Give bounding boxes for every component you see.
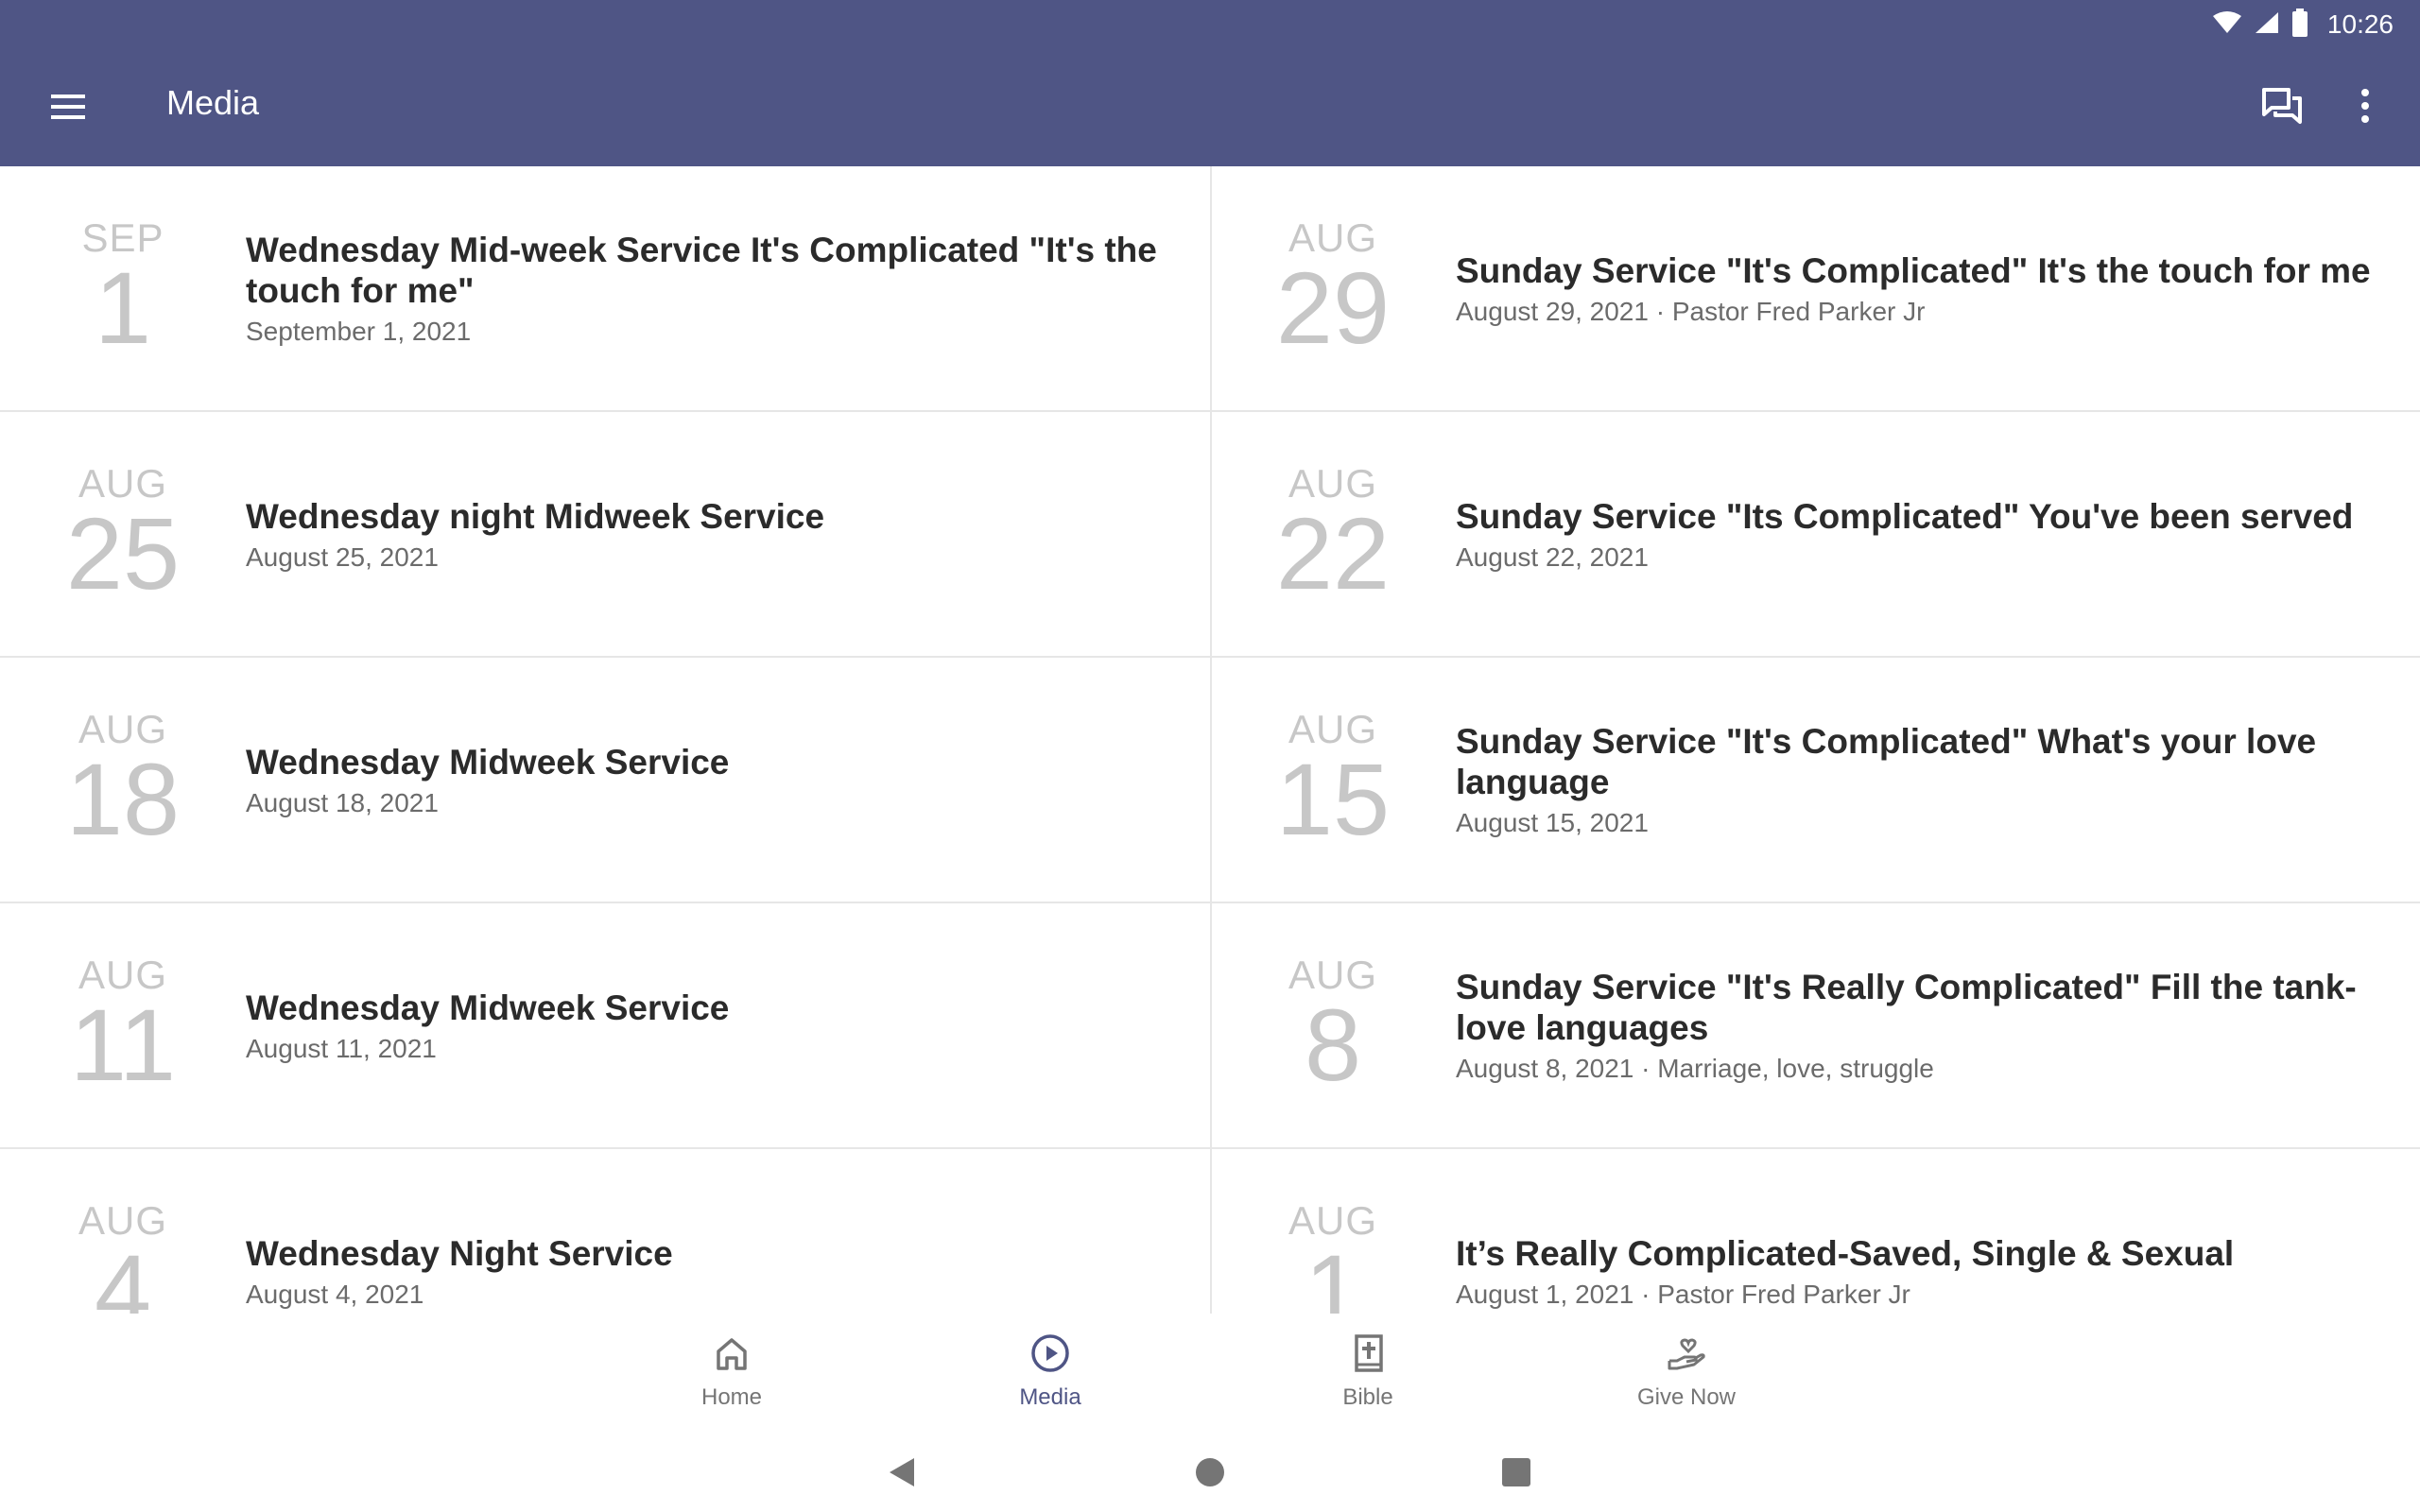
media-item[interactable]: AUG 8 Sunday Service "It's Really Compli… (1210, 903, 2420, 1149)
date-day: 18 (65, 742, 181, 856)
media-item-title: Sunday Service "It's Really Complicated"… (1456, 968, 2357, 1047)
media-item-subtitle: September 1, 2021 (246, 317, 472, 346)
tab-bible-label: Bible (1342, 1384, 1393, 1410)
media-item[interactable]: AUG 4 Wednesday Night Service August 4, … (0, 1149, 1210, 1314)
date-badge: AUG 8 (1267, 954, 1399, 1102)
tab-give-now-label: Give Now (1636, 1384, 1737, 1410)
media-item-subtitle: August 4, 2021 (246, 1279, 424, 1309)
home-circle-icon (1194, 1456, 1226, 1493)
date-day: 15 (1275, 742, 1391, 856)
chat-icon (2261, 87, 2303, 129)
status-time: 10:26 (2326, 9, 2394, 39)
recents-square-icon (1500, 1456, 1532, 1493)
date-day: 25 (65, 496, 181, 610)
status-icons: 10:26 (2212, 6, 2394, 43)
media-item-title: Sunday Service "Its Complicated" You've … (1456, 496, 2354, 536)
date-day: 1 (1304, 1233, 1362, 1314)
bible-icon (1347, 1332, 1389, 1379)
tab-bible[interactable]: Bible (1273, 1332, 1462, 1418)
media-item-title: Wednesday Midweek Service (246, 742, 730, 782)
recents-button[interactable] (1488, 1446, 1545, 1503)
date-day: 4 (94, 1233, 152, 1314)
media-item-title: It’s Really Complicated-Saved, Single & … (1456, 1233, 2235, 1273)
date-badge: AUG 29 (1267, 217, 1399, 365)
media-item-title: Wednesday night Midweek Service (246, 496, 825, 536)
date-day: 11 (69, 988, 177, 1102)
tab-media-label: Media (1019, 1384, 1081, 1410)
back-button[interactable] (873, 1446, 930, 1503)
page-title: Media (166, 83, 260, 122)
date-badge: SEP 1 (57, 217, 189, 365)
date-day: 29 (1275, 250, 1391, 365)
give-icon (1666, 1332, 1707, 1379)
media-item[interactable]: SEP 1 Wednesday Mid-week Service It's Co… (0, 166, 1210, 412)
date-badge: AUG 15 (1267, 709, 1399, 856)
tab-give-now[interactable]: Give Now (1592, 1332, 1781, 1418)
media-item-subtitle: August 8, 2021 · Marriage, love, struggl… (1456, 1054, 1934, 1083)
media-item-subtitle: August 29, 2021 · Pastor Fred Parker Jr (1456, 296, 1926, 326)
date-badge: AUG 11 (57, 954, 189, 1102)
menu-button[interactable] (38, 78, 98, 139)
media-item-subtitle: August 18, 2021 (246, 787, 439, 817)
media-item-title: Wednesday Mid-week Service It's Complica… (246, 231, 1157, 310)
media-item[interactable]: AUG 29 Sunday Service "It's Complicated"… (1210, 166, 2420, 412)
app-bar: Media (0, 47, 2420, 166)
media-item-title: Sunday Service "It's Complicated" What's… (1456, 722, 2317, 801)
media-item-subtitle: August 15, 2021 (1456, 808, 1649, 837)
media-item[interactable]: AUG 11 Wednesday Midweek Service August … (0, 903, 1210, 1149)
wifi-icon (2212, 10, 2242, 40)
more-vert-icon (2360, 87, 2370, 129)
date-badge: AUG 18 (57, 709, 189, 856)
overflow-menu-button[interactable] (2333, 76, 2397, 140)
media-item[interactable]: AUG 15 Sunday Service "It's Complicated"… (1210, 658, 2420, 903)
cell-signal-icon (2254, 10, 2280, 40)
media-item[interactable]: AUG 18 Wednesday Midweek Service August … (0, 658, 1210, 903)
media-item[interactable]: AUG 1 It’s Really Complicated-Saved, Sin… (1210, 1149, 2420, 1314)
media-item-subtitle: August 11, 2021 (246, 1033, 437, 1063)
media-item-title: Wednesday Night Service (246, 1233, 673, 1273)
back-triangle-icon (886, 1456, 918, 1493)
date-badge: AUG 1 (1267, 1200, 1399, 1314)
media-item[interactable]: AUG 22 Sunday Service "Its Complicated" … (1210, 412, 2420, 658)
date-day: 1 (94, 250, 152, 365)
date-day: 22 (1275, 496, 1391, 610)
hamburger-menu-icon (49, 93, 87, 126)
media-item[interactable]: AUG 25 Wednesday night Midweek Service A… (0, 412, 1210, 658)
system-navigation-bar (0, 1427, 2420, 1512)
chat-button[interactable] (2250, 76, 2314, 140)
date-badge: AUG 25 (57, 463, 189, 610)
tab-home[interactable]: Home (637, 1332, 826, 1418)
battery-icon (2291, 8, 2308, 42)
media-item-title: Sunday Service "It's Complicated" It's t… (1456, 250, 2371, 290)
date-badge: AUG 4 (57, 1200, 189, 1314)
media-item-subtitle: August 1, 2021 · Pastor Fred Parker Jr (1456, 1279, 1910, 1309)
date-badge: AUG 22 (1267, 463, 1399, 610)
play-circle-icon (1029, 1332, 1071, 1379)
media-item-subtitle: August 22, 2021 (1456, 541, 1649, 572)
media-item-subtitle: August 25, 2021 (246, 541, 439, 572)
home-system-button[interactable] (1182, 1446, 1238, 1503)
bottom-navigation: Home Media Bible Give Now (0, 1314, 2420, 1427)
date-day: 8 (1304, 988, 1362, 1102)
status-bar: 10:26 (0, 0, 2420, 47)
home-icon (711, 1332, 752, 1379)
tab-home-label: Home (700, 1384, 763, 1410)
media-item-title: Wednesday Midweek Service (246, 988, 730, 1027)
tab-media[interactable]: Media (956, 1332, 1145, 1418)
media-list: SEP 1 Wednesday Mid-week Service It's Co… (0, 166, 2420, 1314)
